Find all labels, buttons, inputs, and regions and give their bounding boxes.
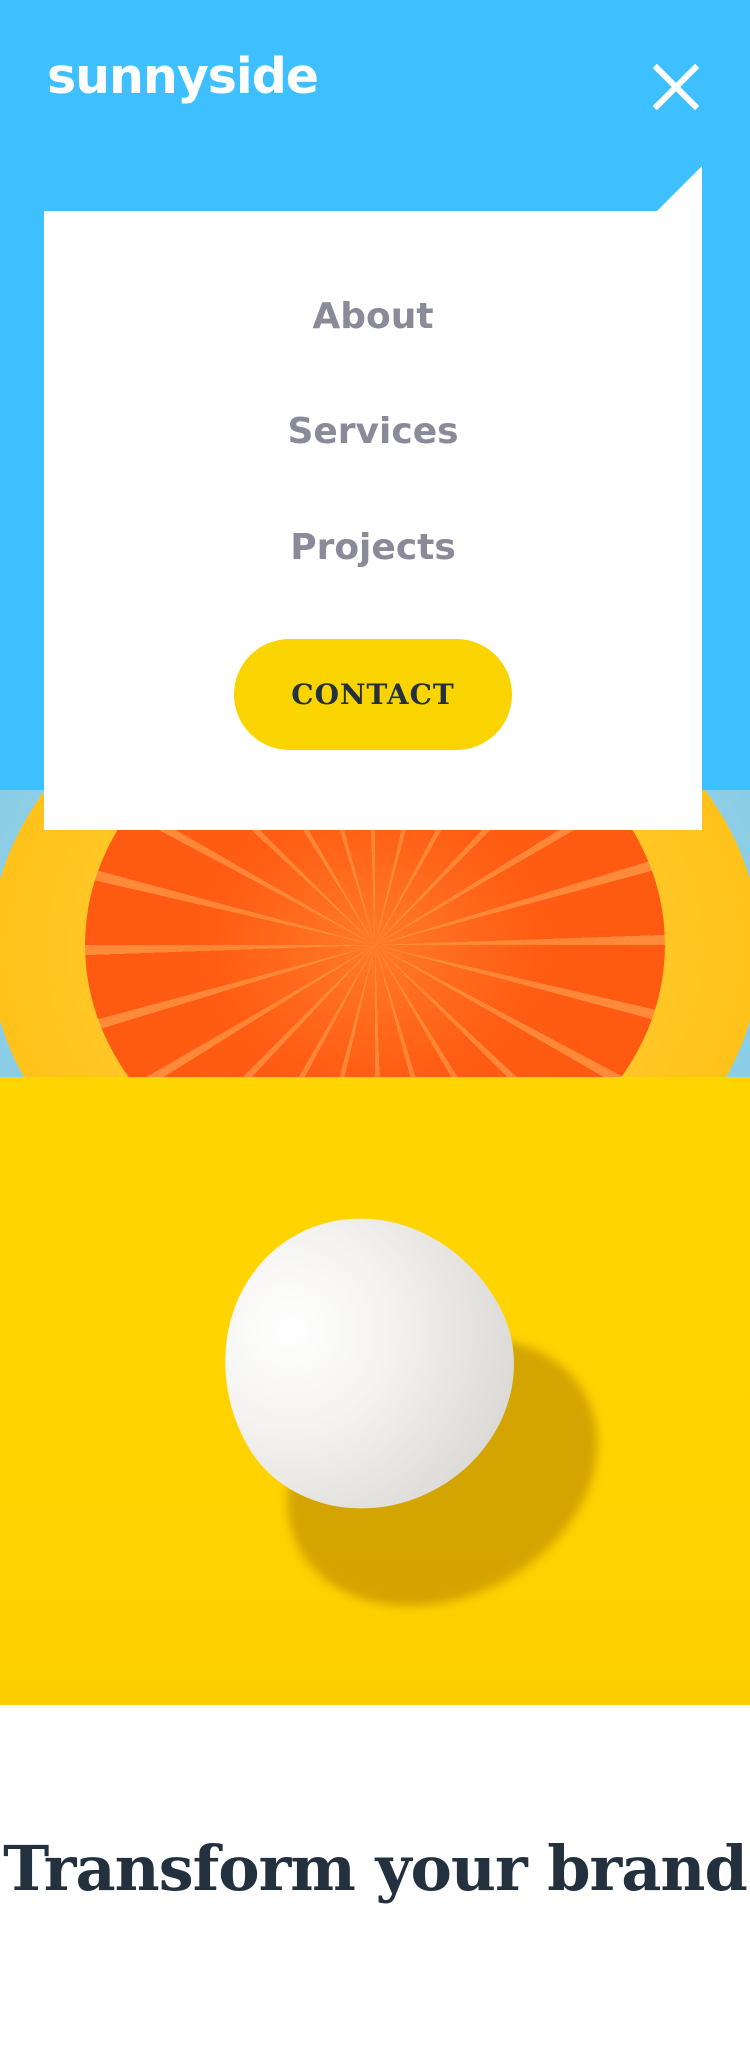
mobile-menu-panel: About Services Projects CONTACT [44,211,702,830]
menu-item-services[interactable]: Services [44,410,702,454]
site-logo[interactable]: sunnyside [47,52,319,101]
menu-panel-notch [656,166,702,212]
menu-item-projects[interactable]: Projects [44,526,702,570]
contact-button[interactable]: CONTACT [234,639,512,750]
egg-image [0,1077,750,1705]
close-icon[interactable] [653,64,699,110]
orange-image [0,790,750,1077]
page-heading: Transform your brand [3,1832,748,1905]
menu-item-about[interactable]: About [44,295,702,339]
orange-flesh [85,790,665,1077]
